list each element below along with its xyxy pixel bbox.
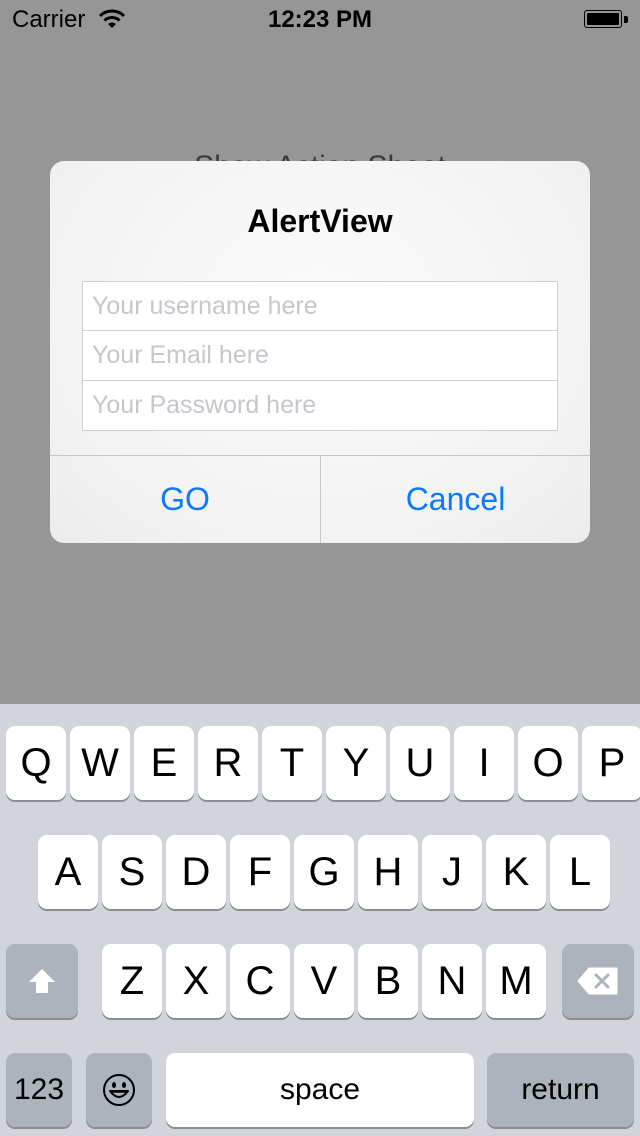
- key-g[interactable]: G: [294, 835, 354, 909]
- key-o[interactable]: O: [518, 726, 578, 800]
- shift-key[interactable]: [6, 944, 78, 1018]
- key-k[interactable]: K: [486, 835, 546, 909]
- key-w[interactable]: W: [70, 726, 130, 800]
- go-button[interactable]: GO: [50, 456, 320, 543]
- space-key[interactable]: space: [166, 1053, 474, 1127]
- status-time: 12:23 PM: [267, 6, 373, 33]
- key-t[interactable]: T: [262, 726, 322, 800]
- key-s[interactable]: S: [102, 835, 162, 909]
- cancel-button[interactable]: Cancel: [321, 456, 590, 543]
- alert-fields: [82, 281, 558, 431]
- numbers-key[interactable]: 123: [6, 1053, 72, 1127]
- key-h[interactable]: H: [358, 835, 418, 909]
- key-y[interactable]: Y: [326, 726, 386, 800]
- key-x[interactable]: X: [166, 944, 226, 1018]
- key-p[interactable]: P: [582, 726, 640, 800]
- key-z[interactable]: Z: [102, 944, 162, 1018]
- return-key[interactable]: return: [487, 1053, 634, 1127]
- password-input[interactable]: [82, 381, 558, 431]
- key-n[interactable]: N: [422, 944, 482, 1018]
- key-c[interactable]: C: [230, 944, 290, 1018]
- username-input[interactable]: [82, 281, 558, 331]
- battery-icon: [584, 10, 628, 30]
- shift-arrow-icon: [29, 969, 55, 993]
- key-m[interactable]: M: [486, 944, 546, 1018]
- key-i[interactable]: I: [454, 726, 514, 800]
- backspace-icon: [577, 967, 618, 995]
- alert-view: AlertView GO Cancel: [50, 161, 590, 543]
- key-d[interactable]: D: [166, 835, 226, 909]
- status-bar: Carrier 12:23 PM: [0, 0, 640, 40]
- key-u[interactable]: U: [390, 726, 450, 800]
- key-e[interactable]: E: [134, 726, 194, 800]
- key-f[interactable]: F: [230, 835, 290, 909]
- emoji-face-icon: [103, 1074, 135, 1106]
- delete-key[interactable]: [562, 944, 634, 1018]
- key-v[interactable]: V: [294, 944, 354, 1018]
- key-j[interactable]: J: [422, 835, 482, 909]
- keyboard: Q W E R T Y U I O P A S D F G H J K L Z …: [0, 704, 640, 1136]
- key-b[interactable]: B: [358, 944, 418, 1018]
- email-input[interactable]: [82, 331, 558, 381]
- key-a[interactable]: A: [38, 835, 98, 909]
- alert-title: AlertView: [247, 203, 393, 239]
- key-l[interactable]: L: [550, 835, 610, 909]
- key-q[interactable]: Q: [6, 726, 66, 800]
- emoji-key[interactable]: [86, 1053, 152, 1127]
- key-r[interactable]: R: [198, 726, 258, 800]
